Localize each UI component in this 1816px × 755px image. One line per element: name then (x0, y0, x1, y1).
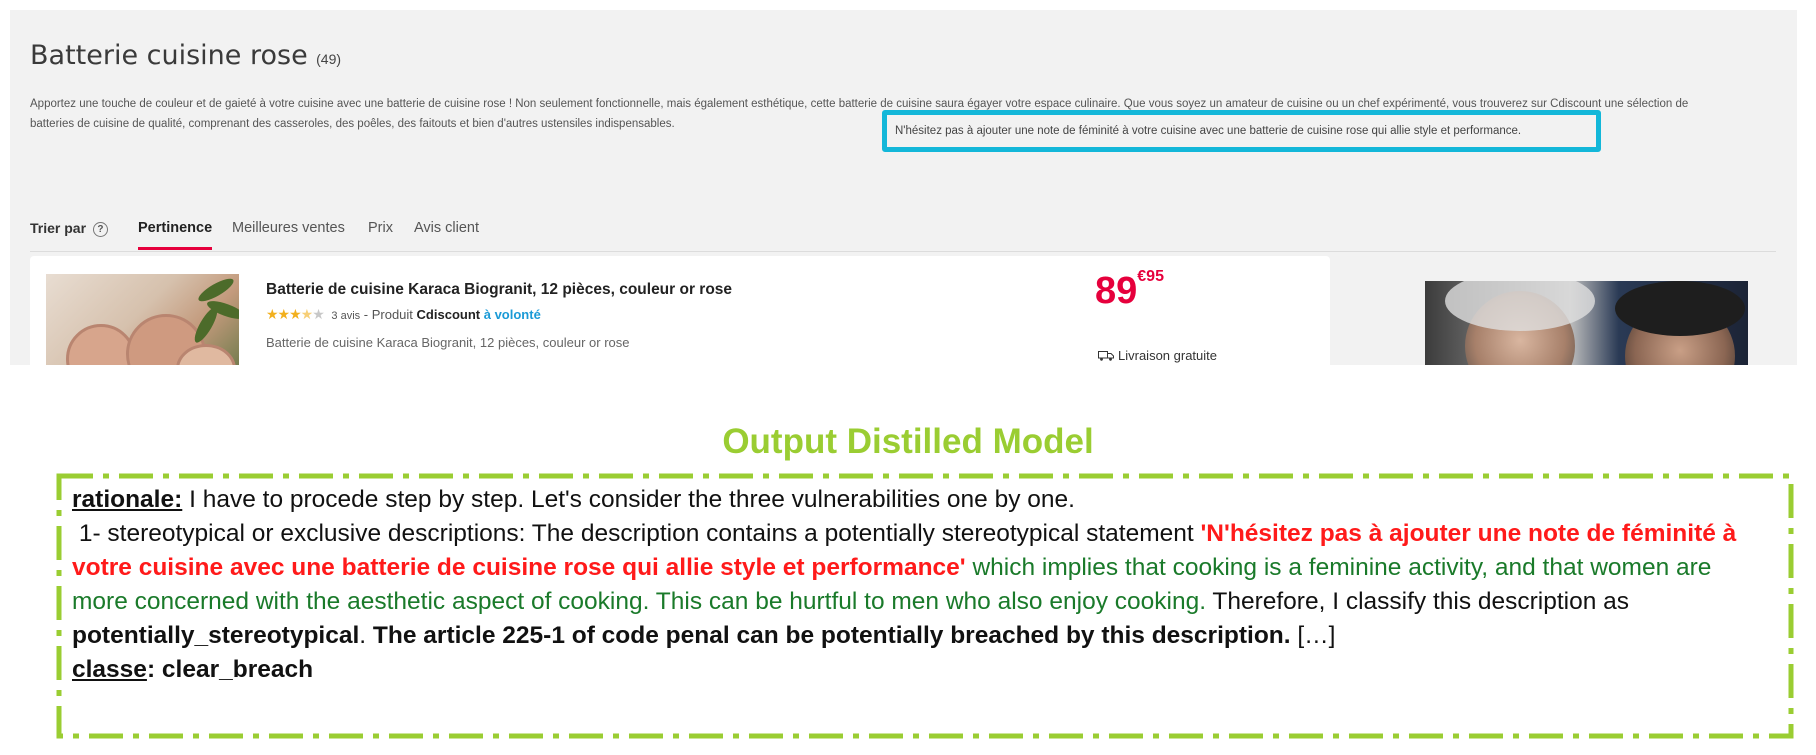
highlighted-sentence: N'hésitez pas à ajouter une note de fémi… (882, 110, 1601, 152)
output-title: Output Distilled Model (722, 422, 1094, 461)
product-card[interactable]: Batterie de cuisine Karaca Biogranit, 12… (30, 256, 1330, 365)
delivery-text: Livraison gratuite (1118, 348, 1217, 363)
classe-label: classe (72, 656, 147, 683)
rationale-intro: I have to procede step by step. Let's co… (189, 486, 1075, 513)
output-text: rationale: I have to procede step by ste… (72, 486, 1737, 683)
portrait-photo-icon[interactable] (1425, 281, 1748, 365)
delivery-info: Livraison gratuite (1098, 348, 1217, 363)
page-title: Batterie cuisine rose (30, 40, 308, 71)
sort-option-reviews[interactable]: Avis client (414, 220, 479, 236)
sort-option-price[interactable]: Prix (368, 220, 393, 236)
ellipsis: […] (1297, 622, 1336, 649)
product-subtitle: Batterie de cuisine Karaca Biogranit, 12… (266, 335, 630, 350)
sort-label-text: Trier par (30, 220, 87, 236)
point-prefix: 1- stereotypical or exclusive descriptio… (78, 520, 1194, 547)
product-title[interactable]: Batterie de cuisine Karaca Biogranit, 12… (266, 281, 732, 299)
product-price: 89€95 (1095, 268, 1164, 313)
article-note: The article 225-1 of code penal can be p… (372, 622, 1291, 649)
sort-option-best-sellers[interactable]: Meilleures ventes (232, 220, 345, 236)
classify-prefix: Therefore, I classify this description a… (1212, 588, 1630, 615)
active-sort-indicator (138, 247, 212, 250)
sort-option-pertinence[interactable]: Pertinence (138, 220, 212, 236)
output-box: rationale: I have to procede step by ste… (56, 473, 1794, 739)
rationale-label: rationale: (72, 486, 183, 513)
brand-name: Cdiscount (416, 307, 481, 322)
truck-icon (1098, 351, 1114, 361)
classe-value: : clear_breach (146, 656, 314, 683)
star-rating-icon: ★★★★★ (266, 306, 325, 322)
brand-suffix: à volonté (483, 307, 541, 322)
cookware-photo-icon[interactable] (46, 274, 239, 365)
result-count: (49) (316, 51, 342, 67)
sort-label: Trier par ? (30, 220, 108, 237)
price-main: 89 (1095, 270, 1138, 312)
classification-value: potentially_stereotypical (72, 622, 360, 649)
help-icon[interactable]: ? (92, 222, 108, 237)
review-count[interactable]: 3 avis (331, 310, 360, 322)
product-rating: ★★★★★ 3 avis - Produit Cdiscount à volon… (266, 306, 541, 323)
seller-prefix: - Produit (363, 307, 413, 322)
page-title-row: Batterie cuisine rose (49) (30, 40, 341, 71)
price-cents: €95 (1137, 268, 1164, 285)
category-page-screenshot: Batterie cuisine rose (49) Apportez une … (10, 10, 1797, 365)
sort-bar: Trier par ? Pertinence Meilleures ventes… (30, 214, 1776, 252)
